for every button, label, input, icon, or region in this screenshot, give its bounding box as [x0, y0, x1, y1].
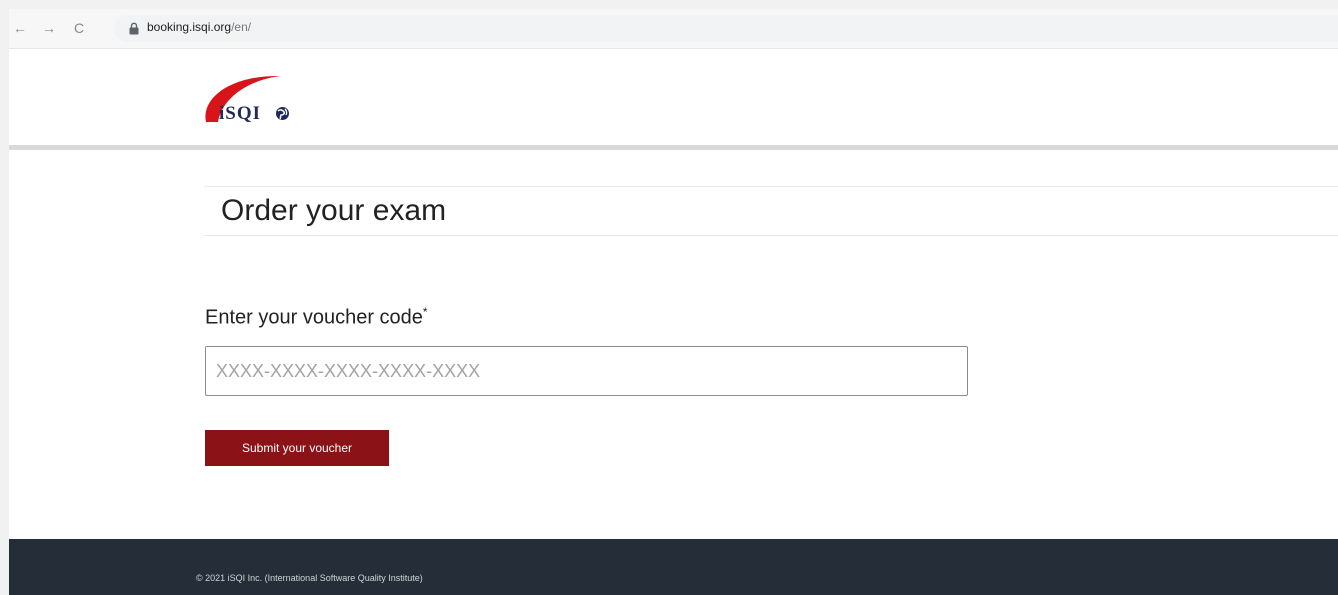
- address-bar[interactable]: booking.isqi.org/en/: [114, 15, 1338, 42]
- url-host: booking.isqi.org: [147, 20, 232, 34]
- logo-text: iSQI: [219, 103, 261, 124]
- isqi-logo[interactable]: iSQI: [199, 67, 319, 129]
- voucher-code-input[interactable]: [205, 346, 968, 396]
- submit-voucher-button[interactable]: Submit your voucher: [205, 430, 389, 466]
- title-bar: Order your exam: [204, 186, 1338, 236]
- globe-icon: [276, 107, 289, 120]
- reload-icon[interactable]: C: [70, 19, 88, 37]
- page-title: Order your exam: [221, 194, 447, 227]
- lock-icon[interactable]: [128, 22, 140, 35]
- browser-toolbar: ← → C booking.isqi.org/en/: [9, 9, 1338, 49]
- copyright-text: © 2021 iSQI Inc. (International Software…: [196, 573, 423, 583]
- browser-window: ← → C booking.isqi.org/en/ iSQI Order yo…: [9, 9, 1338, 595]
- url-text[interactable]: booking.isqi.org/en/: [147, 20, 251, 34]
- voucher-label-text: Enter your voucher code: [205, 306, 423, 329]
- voucher-label: Enter your voucher code*: [205, 305, 428, 330]
- forward-arrow-icon[interactable]: →: [40, 19, 58, 37]
- site-footer: © 2021 iSQI Inc. (International Software…: [9, 539, 1338, 595]
- back-arrow-icon[interactable]: ←: [11, 19, 29, 37]
- required-mark: *: [422, 305, 428, 319]
- header-divider: [9, 145, 1338, 150]
- url-path: /en/: [231, 20, 252, 34]
